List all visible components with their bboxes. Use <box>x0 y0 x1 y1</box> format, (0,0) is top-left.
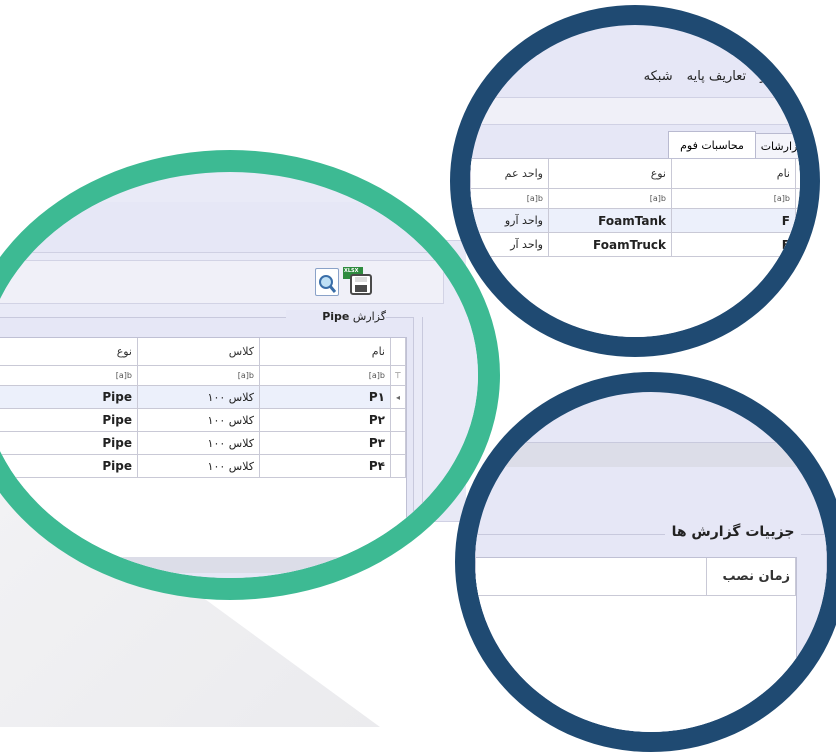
right-bottom-zoom-lens: جزییات گزارش ها زمان نصب <box>455 372 836 752</box>
filter-name[interactable]: [a]b <box>260 366 391 386</box>
filter-icon[interactable]: ⊤ <box>796 189 800 209</box>
filter-type[interactable]: [a]b <box>549 189 672 209</box>
toolbar-strip <box>470 97 800 125</box>
group-title: گزارش Pipe <box>286 310 386 323</box>
col-header-type[interactable]: نوع <box>0 338 138 366</box>
tab-foam-calculations[interactable]: محاسبات فوم <box>668 131 756 159</box>
export-xlsx-icon[interactable]: XLSX <box>343 267 373 295</box>
top-panel <box>0 202 478 253</box>
row-indicator <box>391 409 406 432</box>
table-row-name[interactable]: P۲ <box>260 409 391 432</box>
table-row-class[interactable]: کلاس ۱۰۰ <box>138 386 260 409</box>
left-zoom-lens: XLSX گزارش Pipe نوع کلاس نام [a]b [a]b [… <box>0 150 500 600</box>
foam-grid: واحد عم نوع نام [a]b [a]b [a]b ⊤ واحد آر… <box>470 158 800 337</box>
menu-network[interactable]: شبکه <box>644 69 673 84</box>
table-row-type[interactable]: Pipe <box>0 409 138 432</box>
table-row-name[interactable]: P۱ <box>260 386 391 409</box>
menu-base-definitions[interactable]: تعاریف پایه <box>687 69 747 84</box>
menu-bar: نرم افزار تعاریف پایه شبکه <box>470 55 800 97</box>
table-row-unit[interactable]: واحد آر <box>471 233 549 257</box>
table-row-type[interactable]: Pipe <box>0 432 138 455</box>
table-row-class[interactable]: کلاس ۱۰۰ <box>138 432 260 455</box>
indicator-header <box>391 338 406 366</box>
filter-unit[interactable]: [a]b <box>471 189 549 209</box>
col-header-class[interactable]: کلاس <box>138 338 260 366</box>
col-header-name[interactable]: نام <box>672 159 796 189</box>
details-group-title: جزییات گزارش ها <box>665 524 801 540</box>
print-preview-icon[interactable] <box>315 268 339 296</box>
toolbar <box>0 260 444 304</box>
table-row-name[interactable]: P۳ <box>260 432 391 455</box>
table-row-name[interactable]: F <box>672 209 796 233</box>
menu-software[interactable]: نرم افزار <box>760 69 800 84</box>
table-row-name[interactable]: F <box>672 233 796 257</box>
filter-class[interactable]: [a]b <box>138 366 260 386</box>
table-row-type[interactable]: Pipe <box>0 455 138 478</box>
filter-name[interactable]: [a]b <box>672 189 796 209</box>
table-row-type[interactable]: FoamTruck <box>549 233 672 257</box>
col-header-name[interactable]: نام <box>260 338 391 366</box>
right-top-zoom-lens: نرم افزار تعاریف پایه شبکه گزارشات محاسب… <box>450 5 820 357</box>
row-indicator-icon: ◂ <box>796 209 800 233</box>
table-row-type[interactable]: FoamTank <box>549 209 672 233</box>
table-row-class[interactable]: کلاس ۱۰۰ <box>138 455 260 478</box>
row-indicator <box>391 432 406 455</box>
filter-icon[interactable]: ⊤ <box>391 366 406 386</box>
details-grid: زمان نصب <box>475 557 797 732</box>
upper-panel-footer <box>475 442 815 467</box>
col-header-type[interactable]: نوع <box>549 159 672 189</box>
table-row-unit[interactable]: واحد آرو <box>471 209 549 233</box>
xlsx-label: XLSX <box>344 268 359 274</box>
indicator-header <box>796 159 800 189</box>
table-row-type[interactable]: Pipe <box>0 386 138 409</box>
col-header-install-time[interactable]: زمان نصب <box>706 558 796 596</box>
filter-type[interactable]: [a]b <box>0 366 138 386</box>
tab-reports[interactable]: گزارشات <box>754 133 800 159</box>
pipe-grid: نوع کلاس نام [a]b [a]b [a]b ⊤ Pipe کلاس … <box>0 337 407 559</box>
row-indicator <box>796 233 800 257</box>
grid-footer <box>0 557 405 573</box>
row-indicator-icon: ◂ <box>391 386 406 409</box>
table-row-name[interactable]: P۴ <box>260 455 391 478</box>
table-row-class[interactable]: کلاس ۱۰۰ <box>138 409 260 432</box>
col-header-unit[interactable]: واحد عم <box>471 159 549 189</box>
row-indicator <box>391 455 406 478</box>
